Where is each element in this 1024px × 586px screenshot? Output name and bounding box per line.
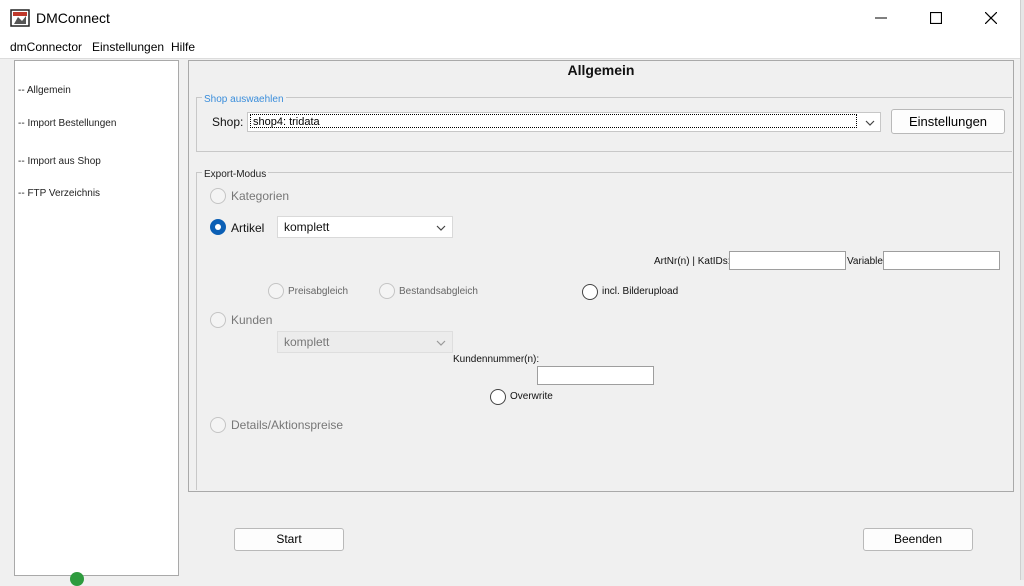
sidebar-item-import-bestellungen[interactable]: -- Import Bestellungen bbox=[18, 118, 116, 129]
sidebar-item-import-aus-shop[interactable]: -- Import aus Shop bbox=[18, 156, 101, 167]
beenden-button[interactable]: Beenden bbox=[863, 528, 973, 551]
menu-dmconnector[interactable]: dmConnector bbox=[10, 40, 82, 54]
artnr-label: ArtNr(n) | KatIDs: bbox=[654, 256, 731, 267]
window-border bbox=[1020, 0, 1024, 580]
shop-select-value: shop4: tridata bbox=[250, 114, 857, 128]
artnr-input[interactable] bbox=[729, 251, 846, 270]
export-group-left-border bbox=[196, 172, 197, 490]
chevron-down-icon bbox=[436, 337, 446, 351]
menu-hilfe[interactable]: Hilfe bbox=[171, 40, 195, 54]
variable-input[interactable] bbox=[883, 251, 1000, 270]
menu-bar: dmConnector Einstellungen Hilfe bbox=[0, 36, 1020, 59]
menu-einstellungen[interactable]: Einstellungen bbox=[92, 40, 164, 54]
details-label: Details/Aktionspreise bbox=[231, 418, 344, 432]
shop-settings-button[interactable]: Einstellungen bbox=[891, 109, 1005, 134]
maximize-button[interactable] bbox=[909, 0, 963, 36]
title-bar: DMConnect bbox=[0, 0, 1020, 36]
overwrite-checkbox[interactable] bbox=[490, 389, 506, 405]
export-group-label: Export-Modus bbox=[202, 169, 269, 180]
export-group-top-border bbox=[196, 172, 1012, 173]
shop-group-top-border bbox=[196, 97, 1012, 98]
variable-label: Variable: bbox=[847, 256, 886, 267]
details-radio[interactable] bbox=[210, 417, 226, 433]
close-button[interactable] bbox=[964, 0, 1018, 36]
start-button[interactable]: Start bbox=[234, 528, 344, 551]
app-icon bbox=[10, 8, 30, 28]
minimize-button[interactable] bbox=[854, 0, 908, 36]
artikel-label: Artikel bbox=[231, 221, 265, 235]
preisabgleich-label: Preisabgleich bbox=[288, 286, 349, 297]
status-ok-icon bbox=[70, 572, 84, 586]
kunden-label: Kunden bbox=[231, 313, 273, 327]
shop-group-left-border bbox=[196, 97, 197, 152]
sidebar-tree: -- Allgemein -- Import Bestellungen -- I… bbox=[14, 60, 179, 576]
kundennummer-input[interactable] bbox=[537, 366, 654, 385]
close-icon bbox=[985, 12, 997, 24]
kunden-radio[interactable] bbox=[210, 312, 226, 328]
sidebar-item-ftp-verzeichnis[interactable]: -- FTP Verzeichnis bbox=[18, 188, 100, 199]
kunden-mode-select[interactable]: komplett bbox=[277, 331, 453, 353]
shop-group-bottom-border bbox=[196, 151, 1012, 152]
artikel-mode-select[interactable]: komplett bbox=[277, 216, 453, 238]
bestandsabgleich-label: Bestandsabgleich bbox=[399, 286, 478, 297]
sidebar-item-allgemein[interactable]: -- Allgemein bbox=[18, 85, 71, 96]
overwrite-label: Overwrite bbox=[510, 391, 553, 402]
kategorien-radio[interactable] bbox=[210, 188, 226, 204]
window-title: DMConnect bbox=[36, 10, 110, 26]
kundennummer-label: Kundennummer(n): bbox=[453, 354, 540, 365]
bestandsabgleich-checkbox[interactable] bbox=[379, 283, 395, 299]
chevron-down-icon bbox=[865, 117, 875, 131]
preisabgleich-checkbox[interactable] bbox=[268, 283, 284, 299]
bilderupload-label: incl. Bilderupload bbox=[602, 286, 679, 297]
bilderupload-checkbox[interactable] bbox=[582, 284, 598, 300]
maximize-icon bbox=[930, 12, 942, 24]
artikel-mode-value: komplett bbox=[284, 220, 330, 234]
kunden-mode-value: komplett bbox=[284, 335, 330, 349]
kategorien-label: Kategorien bbox=[231, 189, 290, 203]
page-title: Allgemein bbox=[567, 62, 635, 78]
shop-label: Shop: bbox=[212, 115, 244, 129]
minimize-icon bbox=[875, 17, 887, 19]
chevron-down-icon bbox=[436, 222, 446, 236]
artikel-radio[interactable] bbox=[210, 219, 226, 235]
shop-group-label: Shop auswaehlen bbox=[202, 94, 286, 105]
